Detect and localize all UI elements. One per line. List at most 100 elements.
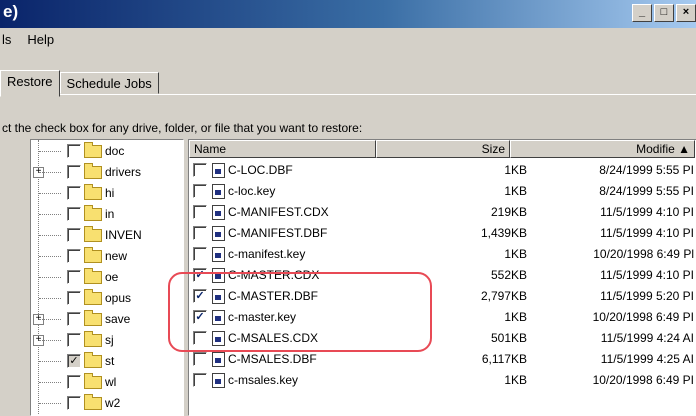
file-icon <box>212 289 225 304</box>
folder-icon <box>84 247 102 263</box>
file-row[interactable]: ✓ C-MASTER.CDX 552KB 11/5/1999 4:10 PI <box>189 265 696 285</box>
tree-checkbox[interactable] <box>67 165 81 179</box>
tree-item[interactable]: hi <box>31 184 171 202</box>
maximize-button[interactable]: □ <box>654 4 674 22</box>
tree-checkbox[interactable] <box>67 207 81 221</box>
tree-checkbox[interactable] <box>67 291 81 305</box>
title-bar: e) _ □ × <box>0 0 696 28</box>
file-icon <box>212 205 225 220</box>
tree-connector <box>39 214 61 215</box>
file-size: 6,117KB <box>481 352 527 366</box>
tree-item[interactable]: + sj <box>31 331 171 349</box>
file-row[interactable]: ✓ c-master.key 1KB 10/20/1998 6:49 PI <box>189 307 696 327</box>
file-row[interactable]: ✓ C-MASTER.DBF 2,797KB 11/5/1999 5:20 PI <box>189 286 696 306</box>
file-checkbox[interactable] <box>193 247 207 261</box>
file-name: C-MASTER.DBF <box>228 289 318 303</box>
file-modified: 10/20/1998 6:49 Pl <box>593 247 694 261</box>
tree-connector <box>39 193 61 194</box>
tree-item[interactable]: + save <box>31 310 171 328</box>
file-name: c-manifest.key <box>228 247 306 261</box>
tree-item[interactable]: new <box>31 247 171 265</box>
file-checkbox[interactable]: ✓ <box>193 289 207 303</box>
tree-item[interactable]: wl <box>31 373 171 391</box>
file-row[interactable]: C-MSALES.CDX 501KB 11/5/1999 4:24 AI <box>189 328 696 348</box>
file-checkbox[interactable] <box>193 163 207 177</box>
tree-checkbox[interactable] <box>67 396 81 410</box>
tree-connector <box>39 361 61 362</box>
column-modified-header[interactable]: Modifie ▲ <box>510 140 695 158</box>
column-name-header[interactable]: Name <box>189 140 376 158</box>
tree-item-label: INVEN <box>105 228 142 242</box>
tree-connector <box>39 403 61 404</box>
tree-checkbox[interactable] <box>67 144 81 158</box>
file-checkbox[interactable]: ✓ <box>193 268 207 282</box>
folder-icon <box>84 268 102 284</box>
tree-checkbox[interactable] <box>67 312 81 326</box>
file-modified: 11/5/1999 4:10 PI <box>600 205 694 219</box>
file-list[interactable]: Name Size Modifie ▲ C-LOC.DBF 1KB 8/24/199… <box>188 139 696 416</box>
tree-connector <box>39 235 61 236</box>
file-icon <box>212 226 225 241</box>
tree-item[interactable]: in <box>31 205 171 223</box>
close-button[interactable]: × <box>676 4 696 22</box>
folder-tree[interactable]: doc + drivers hi in INVEN new oe opus + save + sj ✓ st… <box>30 139 184 416</box>
menu-tools[interactable]: ls <box>0 30 19 50</box>
tree-item-label: new <box>105 249 128 263</box>
file-row[interactable]: c-msales.key 1KB 10/20/1998 6:49 PI <box>189 370 696 390</box>
file-checkbox[interactable]: ✓ <box>193 310 207 324</box>
tab-strip: Restore Schedule Jobs <box>0 70 159 97</box>
file-row[interactable]: C-MSALES.DBF 6,117KB 11/5/1999 4:25 AI <box>189 349 696 369</box>
file-size: 552KB <box>490 268 527 282</box>
tab-panel-border <box>0 94 696 95</box>
file-name: c-master.key <box>228 310 297 324</box>
tree-checkbox[interactable] <box>67 186 81 200</box>
file-modified: 11/5/1999 4:25 AI <box>600 352 694 366</box>
file-checkbox[interactable] <box>193 373 207 387</box>
tree-item[interactable]: + drivers <box>31 163 171 181</box>
file-checkbox[interactable] <box>193 331 207 345</box>
column-size-header[interactable]: Size <box>376 140 510 158</box>
tree-item[interactable]: oe <box>31 268 171 286</box>
tree-checkbox[interactable]: ✓ <box>67 354 81 368</box>
tree-checkbox[interactable] <box>67 333 81 347</box>
tree-checkbox[interactable] <box>67 228 81 242</box>
file-name: c-loc.key <box>228 184 276 198</box>
file-row[interactable]: c-manifest.key 1KB 10/20/1998 6:49 Pl <box>189 244 696 264</box>
file-checkbox[interactable] <box>193 352 207 366</box>
folder-icon <box>84 205 102 221</box>
file-row[interactable]: C-MANIFEST.DBF 1,439KB 11/5/1999 4:10 PI <box>189 223 696 243</box>
tree-item[interactable]: INVEN <box>31 226 171 244</box>
tree-connector <box>39 340 61 341</box>
tree-item[interactable]: opus <box>31 289 171 307</box>
tree-checkbox[interactable] <box>67 249 81 263</box>
tree-item-label: w2 <box>105 396 121 410</box>
tree-scrollbar[interactable]: ▲ <box>183 140 184 416</box>
tree-checkbox[interactable] <box>67 270 81 284</box>
file-icon <box>212 373 225 388</box>
file-icon <box>212 163 225 178</box>
file-checkbox[interactable] <box>193 205 207 219</box>
tree-item[interactable]: ✓ st <box>31 352 171 370</box>
file-modified: 11/5/1999 4:10 PI <box>600 226 694 240</box>
tab-restore[interactable]: Restore <box>0 70 60 97</box>
tree-item-label: doc <box>105 144 125 158</box>
tree-connector <box>39 382 61 383</box>
minimize-button[interactable]: _ <box>632 4 652 22</box>
folder-icon <box>84 331 102 347</box>
file-checkbox[interactable] <box>193 226 207 240</box>
tab-schedule-jobs[interactable]: Schedule Jobs <box>59 72 159 94</box>
file-row[interactable]: C-LOC.DBF 1KB 8/24/1999 5:55 PI <box>189 160 696 180</box>
file-checkbox[interactable] <box>193 184 207 198</box>
tree-item-label: wl <box>105 375 117 389</box>
instructions-text: ct the check box for any drive, folder, … <box>2 121 363 135</box>
tree-item[interactable]: doc <box>31 142 171 160</box>
folder-icon <box>84 142 102 158</box>
folder-icon <box>84 373 102 389</box>
file-size: 501KB <box>490 331 527 345</box>
file-row[interactable]: C-MANIFEST.CDX 219KB 11/5/1999 4:10 PI <box>189 202 696 222</box>
tree-checkbox[interactable] <box>67 375 81 389</box>
menu-help[interactable]: Help <box>19 30 62 50</box>
tree-item[interactable]: w2 <box>31 394 171 412</box>
folder-icon <box>84 184 102 200</box>
file-row[interactable]: c-loc.key 1KB 8/24/1999 5:55 PI <box>189 181 696 201</box>
